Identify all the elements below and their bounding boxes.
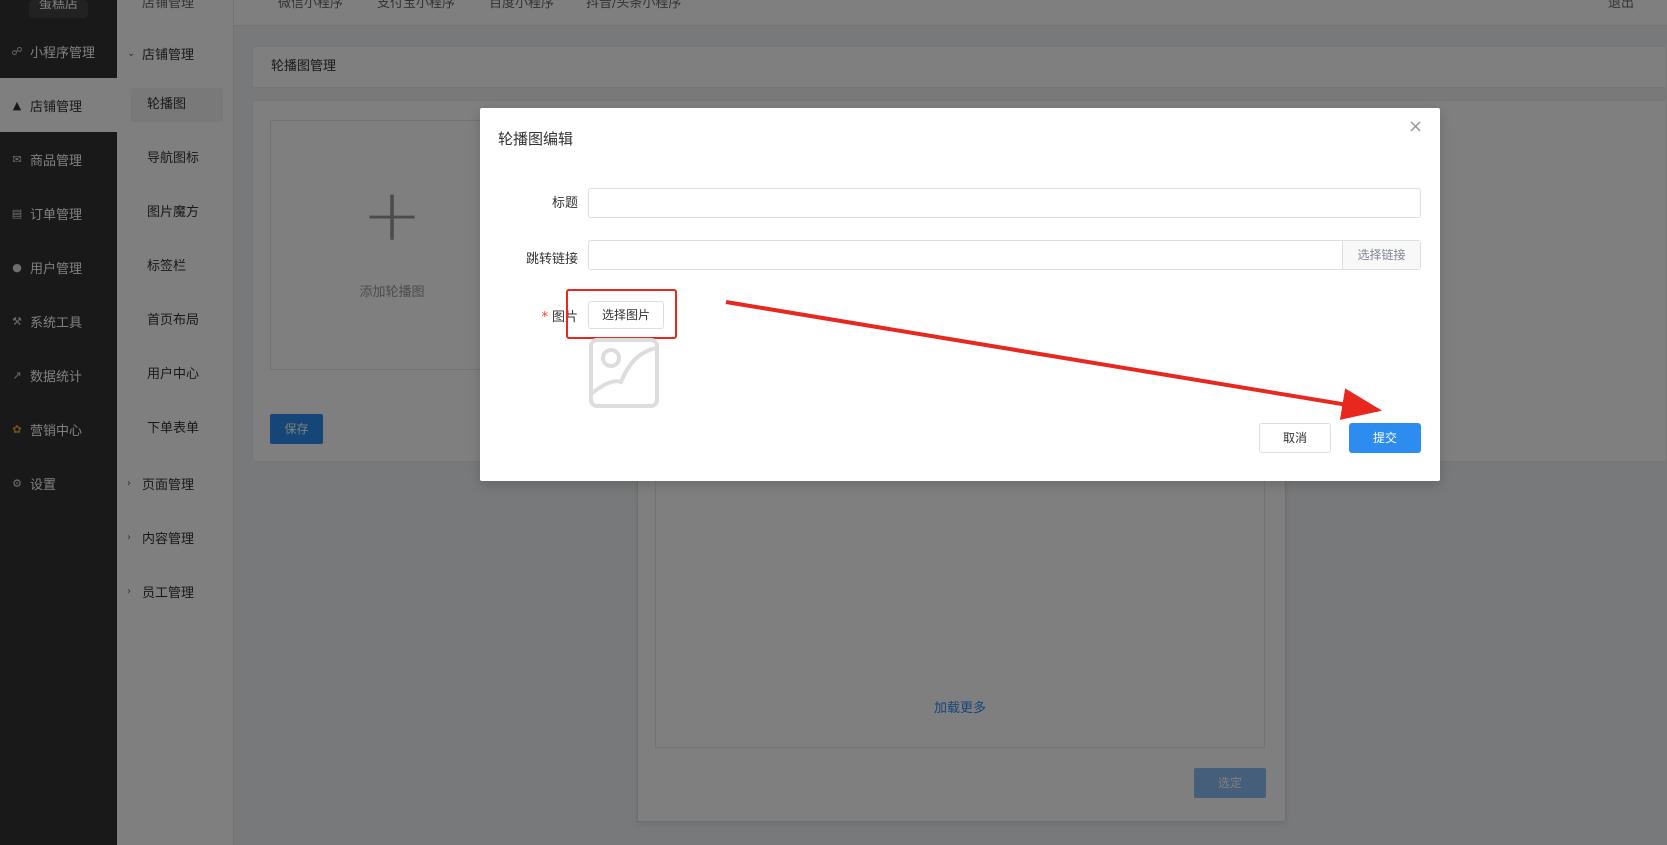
modal-title: 轮播图编辑 [498,130,574,148]
annotation-highlight-box [566,289,677,339]
required-marker: * [541,310,548,325]
cancel-button[interactable]: 取消 [1259,423,1331,453]
link-label: 跳转链接 [525,252,578,267]
title-input[interactable] [588,188,1421,218]
close-icon[interactable]: × [1408,118,1423,136]
submit-button[interactable]: 提交 [1349,423,1421,453]
image-label: * 图片 [480,306,578,325]
select-link-button[interactable]: 选择链接 [1342,241,1420,269]
link-input-group: 选择链接 [588,240,1421,270]
banner-edit-modal: 轮播图编辑 × 标题 跳转链接 选择链接 * 图片 选择图片 取消 提交 [480,108,1440,481]
image-placeholder-icon [589,338,659,408]
title-label: 标题 [551,196,578,211]
